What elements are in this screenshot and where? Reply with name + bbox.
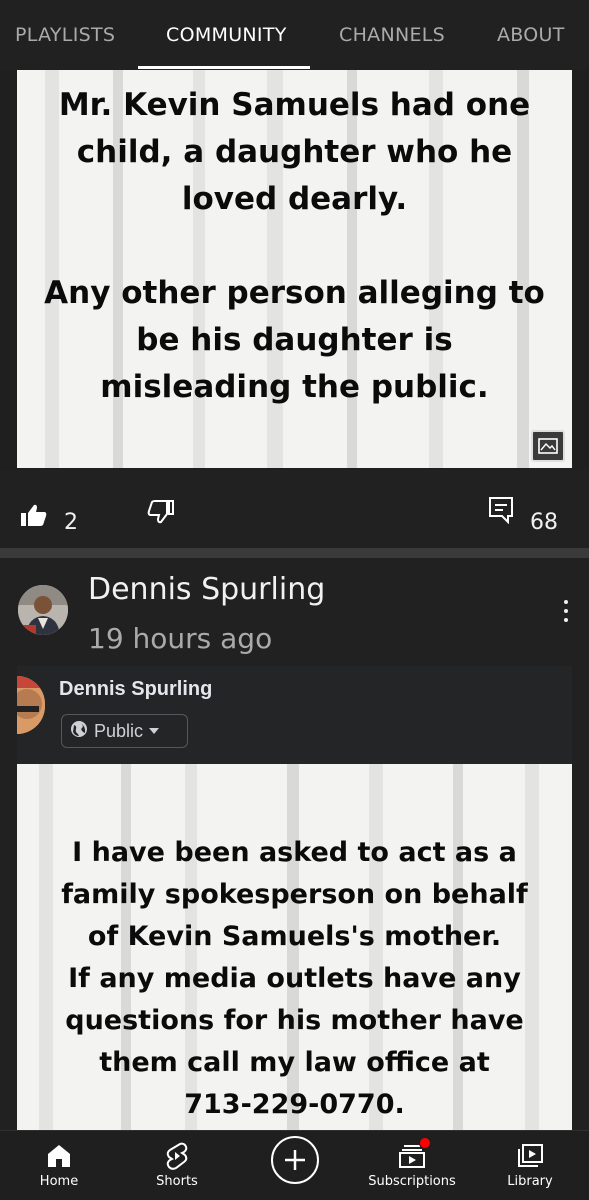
dislike-icon[interactable]	[147, 500, 175, 529]
image-text-line: 713-229-0770.	[184, 1089, 405, 1120]
image-text-spacer	[17, 223, 572, 270]
post-image-text: I have been asked to act as a family spo…	[17, 832, 572, 1126]
image-text-line: Mr. Kevin Samuels had one	[58, 87, 531, 123]
like-count: 2	[64, 510, 78, 535]
library-icon	[516, 1141, 544, 1171]
like-icon[interactable]	[20, 503, 48, 532]
image-text-line: loved dearly.	[181, 181, 408, 217]
more-options-icon[interactable]	[560, 600, 572, 626]
channel-tabs: PLAYLISTS COMMUNITY CHANNELS ABOUT	[0, 0, 589, 70]
shorts-icon	[165, 1141, 189, 1171]
create-button[interactable]	[271, 1136, 319, 1184]
image-text-line: them call my law office at	[99, 1047, 490, 1078]
image-icon	[531, 430, 565, 462]
embedded-post-header: Dennis Spurling Public	[17, 666, 572, 764]
image-text-line: be his daughter is	[136, 322, 453, 358]
image-text-line: family spokesperson on behalf	[61, 879, 528, 910]
comment-count: 68	[530, 510, 558, 535]
nav-library[interactable]: Library	[502, 1131, 558, 1200]
image-text-line: If any media outlets have any	[68, 963, 521, 994]
post-image[interactable]: Mr. Kevin Samuels had one child, a daugh…	[17, 70, 572, 468]
nav-shorts-label: Shorts	[156, 1174, 198, 1189]
audience-label: Public	[94, 720, 144, 741]
post-divider	[0, 548, 589, 558]
tab-community[interactable]: COMMUNITY	[166, 24, 287, 46]
post-image-text: Mr. Kevin Samuels had one child, a daugh…	[17, 82, 572, 411]
tab-playlists[interactable]: PLAYLISTS	[15, 24, 115, 46]
audience-selector: Public	[61, 714, 188, 748]
avatar[interactable]	[18, 585, 68, 635]
comment-icon[interactable]	[488, 496, 514, 529]
tab-channels[interactable]: CHANNELS	[339, 24, 445, 46]
chevron-down-icon	[149, 728, 160, 734]
plus-icon	[285, 1150, 305, 1170]
image-text-line: I have been asked to act as a	[72, 837, 517, 868]
embedded-avatar	[17, 676, 45, 734]
tab-about[interactable]: ABOUT	[497, 24, 565, 46]
post-margin	[572, 666, 589, 1130]
home-icon	[46, 1141, 72, 1171]
globe-icon	[70, 720, 88, 743]
post-image[interactable]: I have been asked to act as a family spo…	[17, 764, 572, 1130]
nav-library-label: Library	[507, 1174, 553, 1189]
nav-shorts[interactable]: Shorts	[146, 1131, 208, 1200]
image-text-line: child, a daughter who he	[76, 134, 513, 170]
image-text-line: misleading the public.	[100, 369, 489, 405]
image-text-line: of Kevin Samuels's mother.	[87, 921, 502, 952]
post-margin	[0, 666, 17, 1130]
active-tab-indicator	[138, 66, 310, 69]
notification-dot	[419, 1137, 431, 1149]
nav-home-label: Home	[39, 1174, 79, 1189]
embedded-author: Dennis Spurling	[59, 678, 213, 700]
nav-subscriptions-label: Subscriptions	[368, 1174, 456, 1189]
post-action-bar: 2 68	[0, 470, 589, 548]
image-text-line: Any other person alleging to	[44, 275, 545, 311]
post-author[interactable]: Dennis Spurling	[88, 572, 325, 607]
nav-home[interactable]: Home	[30, 1131, 88, 1200]
image-text-line: questions for his mother have	[65, 1005, 524, 1036]
nav-subscriptions[interactable]: Subscriptions	[362, 1131, 462, 1200]
post-timestamp: 19 hours ago	[88, 622, 273, 655]
